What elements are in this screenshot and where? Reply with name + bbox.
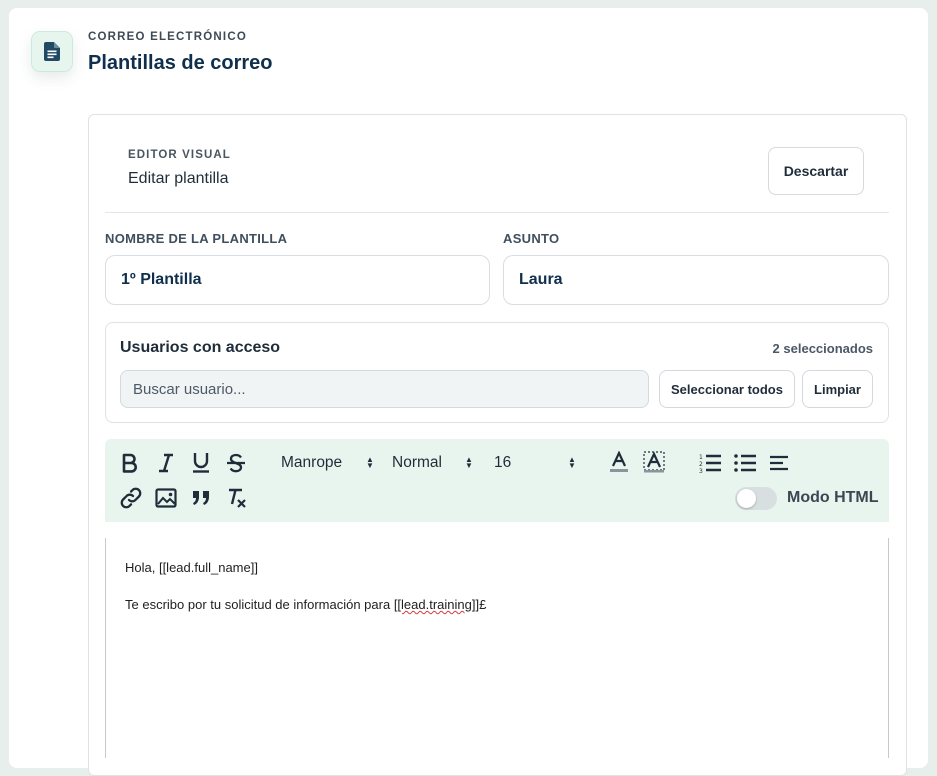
strikethrough-icon[interactable]	[225, 452, 247, 474]
select-all-button[interactable]: Seleccionar todos	[659, 370, 795, 408]
style-select[interactable]: Normal ▲ ▼	[392, 452, 477, 474]
svg-text:3: 3	[699, 468, 703, 473]
page-title: Plantillas de correo	[88, 52, 273, 74]
select-arrows-icon: ▲ ▼	[465, 455, 473, 470]
editor-title: Editar plantilla	[128, 170, 229, 187]
template-name-label: NOMBRE DE LA PLANTILLA	[105, 231, 288, 246]
select-arrows-icon: ▲ ▼	[568, 455, 576, 470]
style-value: Normal	[392, 454, 442, 471]
italic-icon[interactable]	[155, 452, 177, 474]
bullet-list-icon[interactable]	[734, 452, 756, 474]
underline-icon[interactable]	[190, 451, 212, 473]
html-mode-toggle[interactable]	[735, 487, 777, 510]
content-line-body: Te escribo por tu solicitud de informaci…	[125, 597, 486, 612]
size-select[interactable]: 16 ▲ ▼	[494, 452, 579, 474]
editor-eyebrow: EDITOR VISUAL	[128, 149, 231, 161]
divider	[105, 212, 889, 213]
document-icon	[31, 31, 73, 72]
background-color-icon[interactable]	[643, 451, 665, 473]
content-line-greeting: Hola, [[lead.full_name]]	[125, 560, 258, 575]
content-suffix: £	[479, 597, 487, 612]
ordered-list-icon[interactable]: 123	[699, 452, 721, 474]
align-left-icon[interactable]	[768, 452, 790, 474]
font-select[interactable]: Manrope ▲ ▼	[281, 452, 376, 474]
svg-text:1: 1	[699, 454, 703, 461]
template-name-field[interactable]: 1º Plantilla	[105, 255, 490, 305]
subject-label: ASUNTO	[503, 231, 560, 246]
image-icon[interactable]	[155, 487, 177, 509]
clear-format-icon[interactable]	[225, 487, 247, 509]
toggle-knob	[737, 489, 756, 508]
html-mode-label: Modo HTML	[787, 489, 879, 506]
font-value: Manrope	[281, 454, 343, 471]
size-value: 16	[494, 454, 512, 471]
clear-button[interactable]: Limpiar	[802, 370, 873, 408]
template-name-value: 1º Plantilla	[121, 271, 202, 288]
selected-count-badge: 2 seleccionados	[772, 341, 873, 356]
text-color-icon[interactable]	[608, 451, 630, 473]
variable-token: [[lead.training]]	[393, 597, 480, 612]
bold-icon[interactable]	[119, 452, 141, 474]
user-search-input[interactable]	[120, 370, 649, 408]
select-arrows-icon: ▲ ▼	[366, 455, 374, 470]
users-access-title: Usuarios con acceso	[120, 339, 281, 356]
svg-text:2: 2	[699, 461, 703, 468]
discard-button[interactable]: Descartar	[768, 147, 864, 195]
link-icon[interactable]	[120, 487, 142, 509]
subject-field[interactable]: Laura	[503, 255, 889, 305]
subject-value: Laura	[519, 271, 563, 288]
content-text: Te escribo por tu solicitud de informaci…	[125, 597, 394, 612]
quote-icon[interactable]	[190, 487, 212, 509]
section-eyebrow: CORREO ELECTRÓNICO	[88, 31, 247, 43]
